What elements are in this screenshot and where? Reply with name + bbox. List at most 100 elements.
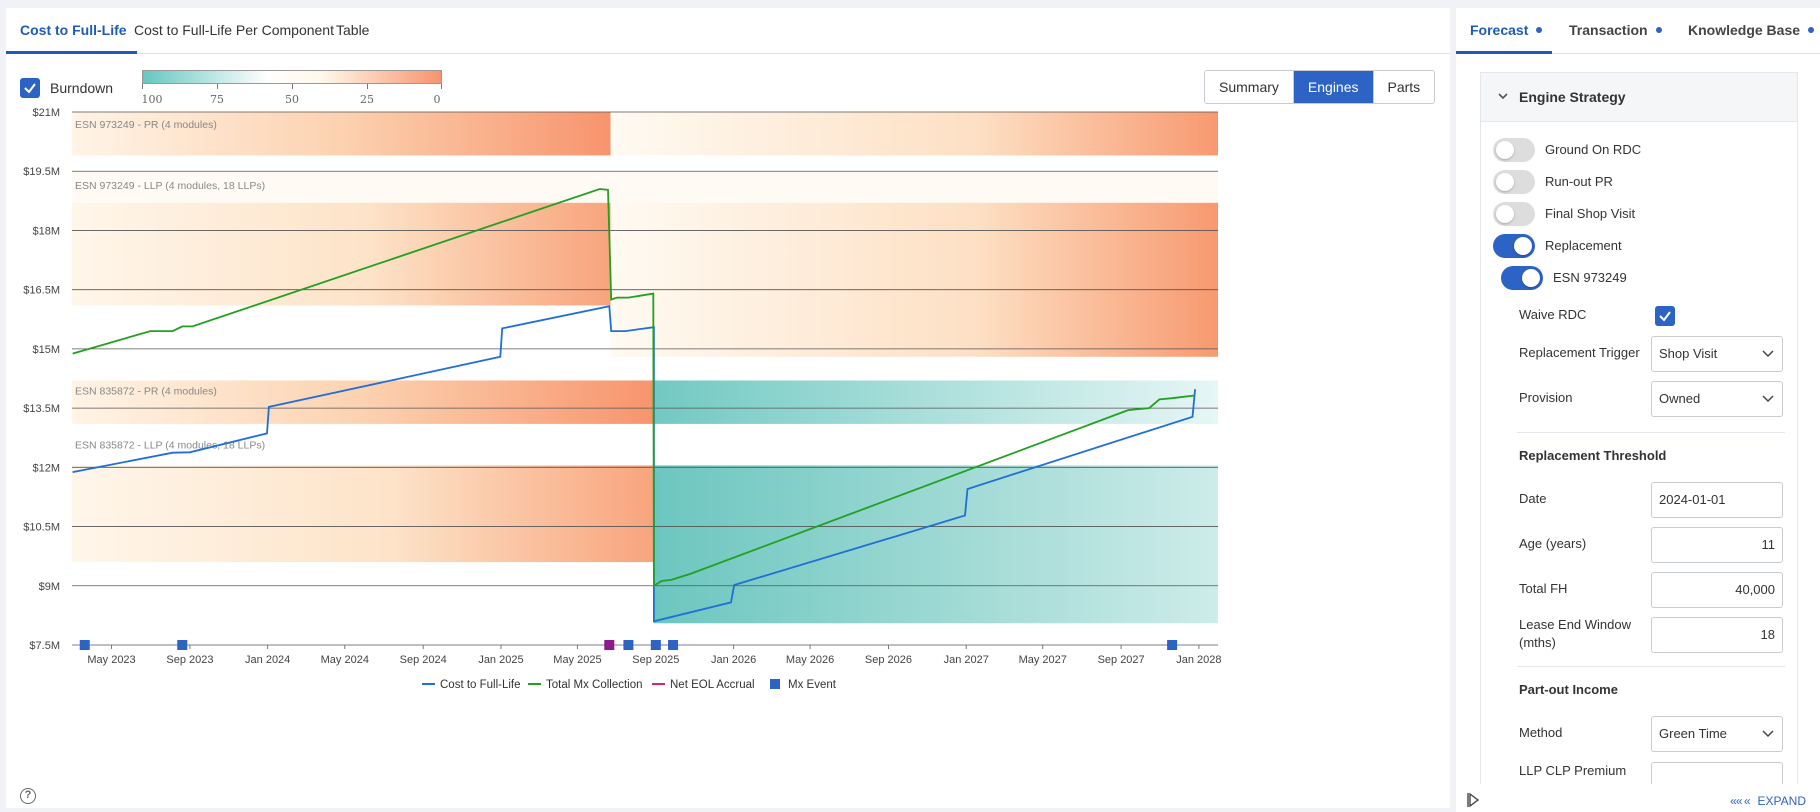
- esn-973249-toggle[interactable]: [1501, 266, 1543, 290]
- band-label: ESN 973249 - PR (4 modules): [75, 119, 217, 131]
- x-tick-label: Jan 2028: [1176, 654, 1221, 666]
- mx-event-marker: [1167, 640, 1178, 650]
- y-tick-label: $15M: [32, 344, 60, 356]
- esn-835872-llp-band-next: [653, 465, 1218, 624]
- toggle-knob: [1496, 205, 1514, 223]
- mx-event-marker: [623, 640, 634, 650]
- divider: [1517, 432, 1785, 433]
- double-chevron-left-icon: «« «: [1730, 794, 1750, 808]
- final-shop-visit-label: Final Shop Visit: [1545, 206, 1636, 221]
- mx-event-marker: [79, 640, 90, 650]
- band-label: ESN 973249 - LLP (4 modules, 18 LLPs): [75, 180, 265, 192]
- final-shop-visit-toggle[interactable]: [1493, 202, 1535, 226]
- replacement-trigger-value: Shop Visit: [1659, 346, 1718, 361]
- run-out-pr-toggle[interactable]: [1493, 170, 1535, 194]
- provision-select[interactable]: Owned: [1651, 381, 1783, 417]
- x-tick-label: Jan 2026: [711, 654, 756, 666]
- check-icon: [1659, 311, 1671, 322]
- x-tick-label: May 2026: [786, 654, 834, 666]
- esn-835872-llp-band: [72, 465, 654, 563]
- esn-973249-label: ESN 973249: [1553, 270, 1627, 285]
- waive-rdc-checkbox[interactable]: [1655, 306, 1675, 326]
- replacement-trigger-select[interactable]: Shop Visit: [1651, 336, 1783, 372]
- y-tick-label: $12M: [32, 462, 60, 474]
- y-tick-label: $19.5M: [23, 166, 60, 178]
- llp-clp-premium-input[interactable]: [1651, 762, 1783, 784]
- strategy-panel: Forecast Transaction Knowledge Base Engi…: [1456, 8, 1820, 812]
- ground-on-rdc-toggle[interactable]: [1493, 138, 1535, 162]
- threshold-age-label: Age (years): [1519, 536, 1587, 551]
- panel-footer: «« « EXPAND: [1456, 784, 1820, 812]
- esn-835872-pr-band-next: [653, 380, 1218, 424]
- replacement-label: Replacement: [1545, 238, 1622, 253]
- replacement-trigger-label: Replacement Trigger: [1519, 345, 1640, 360]
- tab-transaction[interactable]: Transaction: [1569, 22, 1662, 38]
- cost-chart: $21M $19.5M $18M $16.5M $15M $13.5M $12M $10.5M…: [23, 107, 1221, 691]
- legend-label: Total Mx Collection: [546, 679, 643, 691]
- mx-event-marker: [668, 640, 679, 650]
- ground-on-rdc-label: Ground On RDC: [1545, 142, 1642, 157]
- esn-973249-pr-band-next: [610, 112, 1218, 156]
- x-tick-label: May 2023: [87, 654, 135, 666]
- chevron-down-icon: [1762, 350, 1774, 358]
- x-tick-label: Sep 2026: [865, 654, 912, 666]
- mx-event-marker: [177, 640, 188, 650]
- x-tick-label: May 2027: [1019, 654, 1067, 666]
- lease-end-window-label: Lease End Window (mths): [1519, 617, 1632, 650]
- legend-marker: [770, 679, 780, 689]
- chevron-down-icon: [1762, 395, 1774, 403]
- tab-knowledge-base-label: Knowledge Base: [1688, 22, 1801, 38]
- toggle-knob: [1496, 141, 1514, 159]
- unsaved-dot-icon: [1808, 27, 1815, 34]
- toggle-knob: [1514, 237, 1532, 255]
- partout-method-label: Method: [1519, 725, 1563, 740]
- toggle-knob: [1496, 173, 1514, 191]
- unsaved-dot-icon: [1655, 27, 1662, 34]
- expand-button[interactable]: «« « EXPAND: [1730, 794, 1806, 808]
- tab-forecast-label: Forecast: [1470, 22, 1529, 38]
- y-tick-label: $18M: [32, 225, 60, 237]
- tab-forecast[interactable]: Forecast: [1470, 22, 1543, 38]
- run-out-pr-label: Run-out PR: [1545, 174, 1613, 189]
- legend-label: Net EOL Accrual: [670, 679, 755, 691]
- x-tick-label: Jan 2025: [478, 654, 523, 666]
- expand-label: EXPAND: [1757, 794, 1806, 808]
- llp-clp-premium-label: LLP CLP Premium: [1519, 763, 1627, 778]
- provision-value: Owned: [1659, 391, 1701, 406]
- collapse-panel-icon[interactable]: [1466, 792, 1480, 808]
- threshold-date-label: Date: [1519, 491, 1547, 506]
- x-tick-label: Sep 2027: [1098, 654, 1145, 666]
- help-icon[interactable]: ?: [20, 788, 36, 804]
- replacement-toggle[interactable]: [1493, 234, 1535, 258]
- chevron-down-icon: [1498, 93, 1508, 100]
- tab-knowledge-base[interactable]: Knowledge Base: [1688, 22, 1815, 38]
- chart-panel: Cost to Full-Life Cost to Full-Life Per …: [6, 8, 1450, 808]
- part-out-income-title: Part-out Income: [1519, 682, 1618, 697]
- waive-rdc-label: Waive RDC: [1519, 307, 1587, 322]
- threshold-date-input[interactable]: 2024-01-01: [1651, 482, 1783, 518]
- engine-strategy-section: Engine Strategy Ground On RDC Run-out PR…: [1480, 72, 1798, 784]
- strategy-scroll-area[interactable]: Engine Strategy Ground On RDC Run-out PR…: [1456, 54, 1820, 784]
- threshold-age-input[interactable]: 11: [1651, 527, 1783, 563]
- engine-strategy-title: Engine Strategy: [1519, 89, 1626, 105]
- provision-label: Provision: [1519, 390, 1573, 405]
- chevron-down-icon: [1762, 730, 1774, 738]
- mx-event-marker: [604, 640, 615, 650]
- engine-strategy-header[interactable]: Engine Strategy: [1481, 72, 1797, 122]
- y-tick-label: $10.5M: [23, 522, 60, 534]
- y-tick-label: $9M: [39, 581, 60, 593]
- mx-event-marker: [650, 640, 661, 650]
- x-tick-label: Sep 2023: [166, 654, 213, 666]
- y-tick-label: $21M: [32, 107, 60, 119]
- x-tick-label: May 2025: [553, 654, 601, 666]
- x-tick-label: Sep 2024: [400, 654, 447, 666]
- x-tick-label: May 2024: [321, 654, 369, 666]
- threshold-total-fh-input[interactable]: 40,000: [1651, 572, 1783, 608]
- partout-method-select[interactable]: Green Time: [1651, 716, 1783, 752]
- y-tick-label: $7.5M: [29, 640, 60, 652]
- esn-973249-llp-band-next: [610, 202, 1218, 357]
- y-tick-label: $13.5M: [23, 403, 60, 415]
- y-tick-label: $16.5M: [23, 285, 60, 297]
- lease-end-window-input[interactable]: 18: [1651, 617, 1783, 653]
- partout-method-value: Green Time: [1659, 726, 1727, 741]
